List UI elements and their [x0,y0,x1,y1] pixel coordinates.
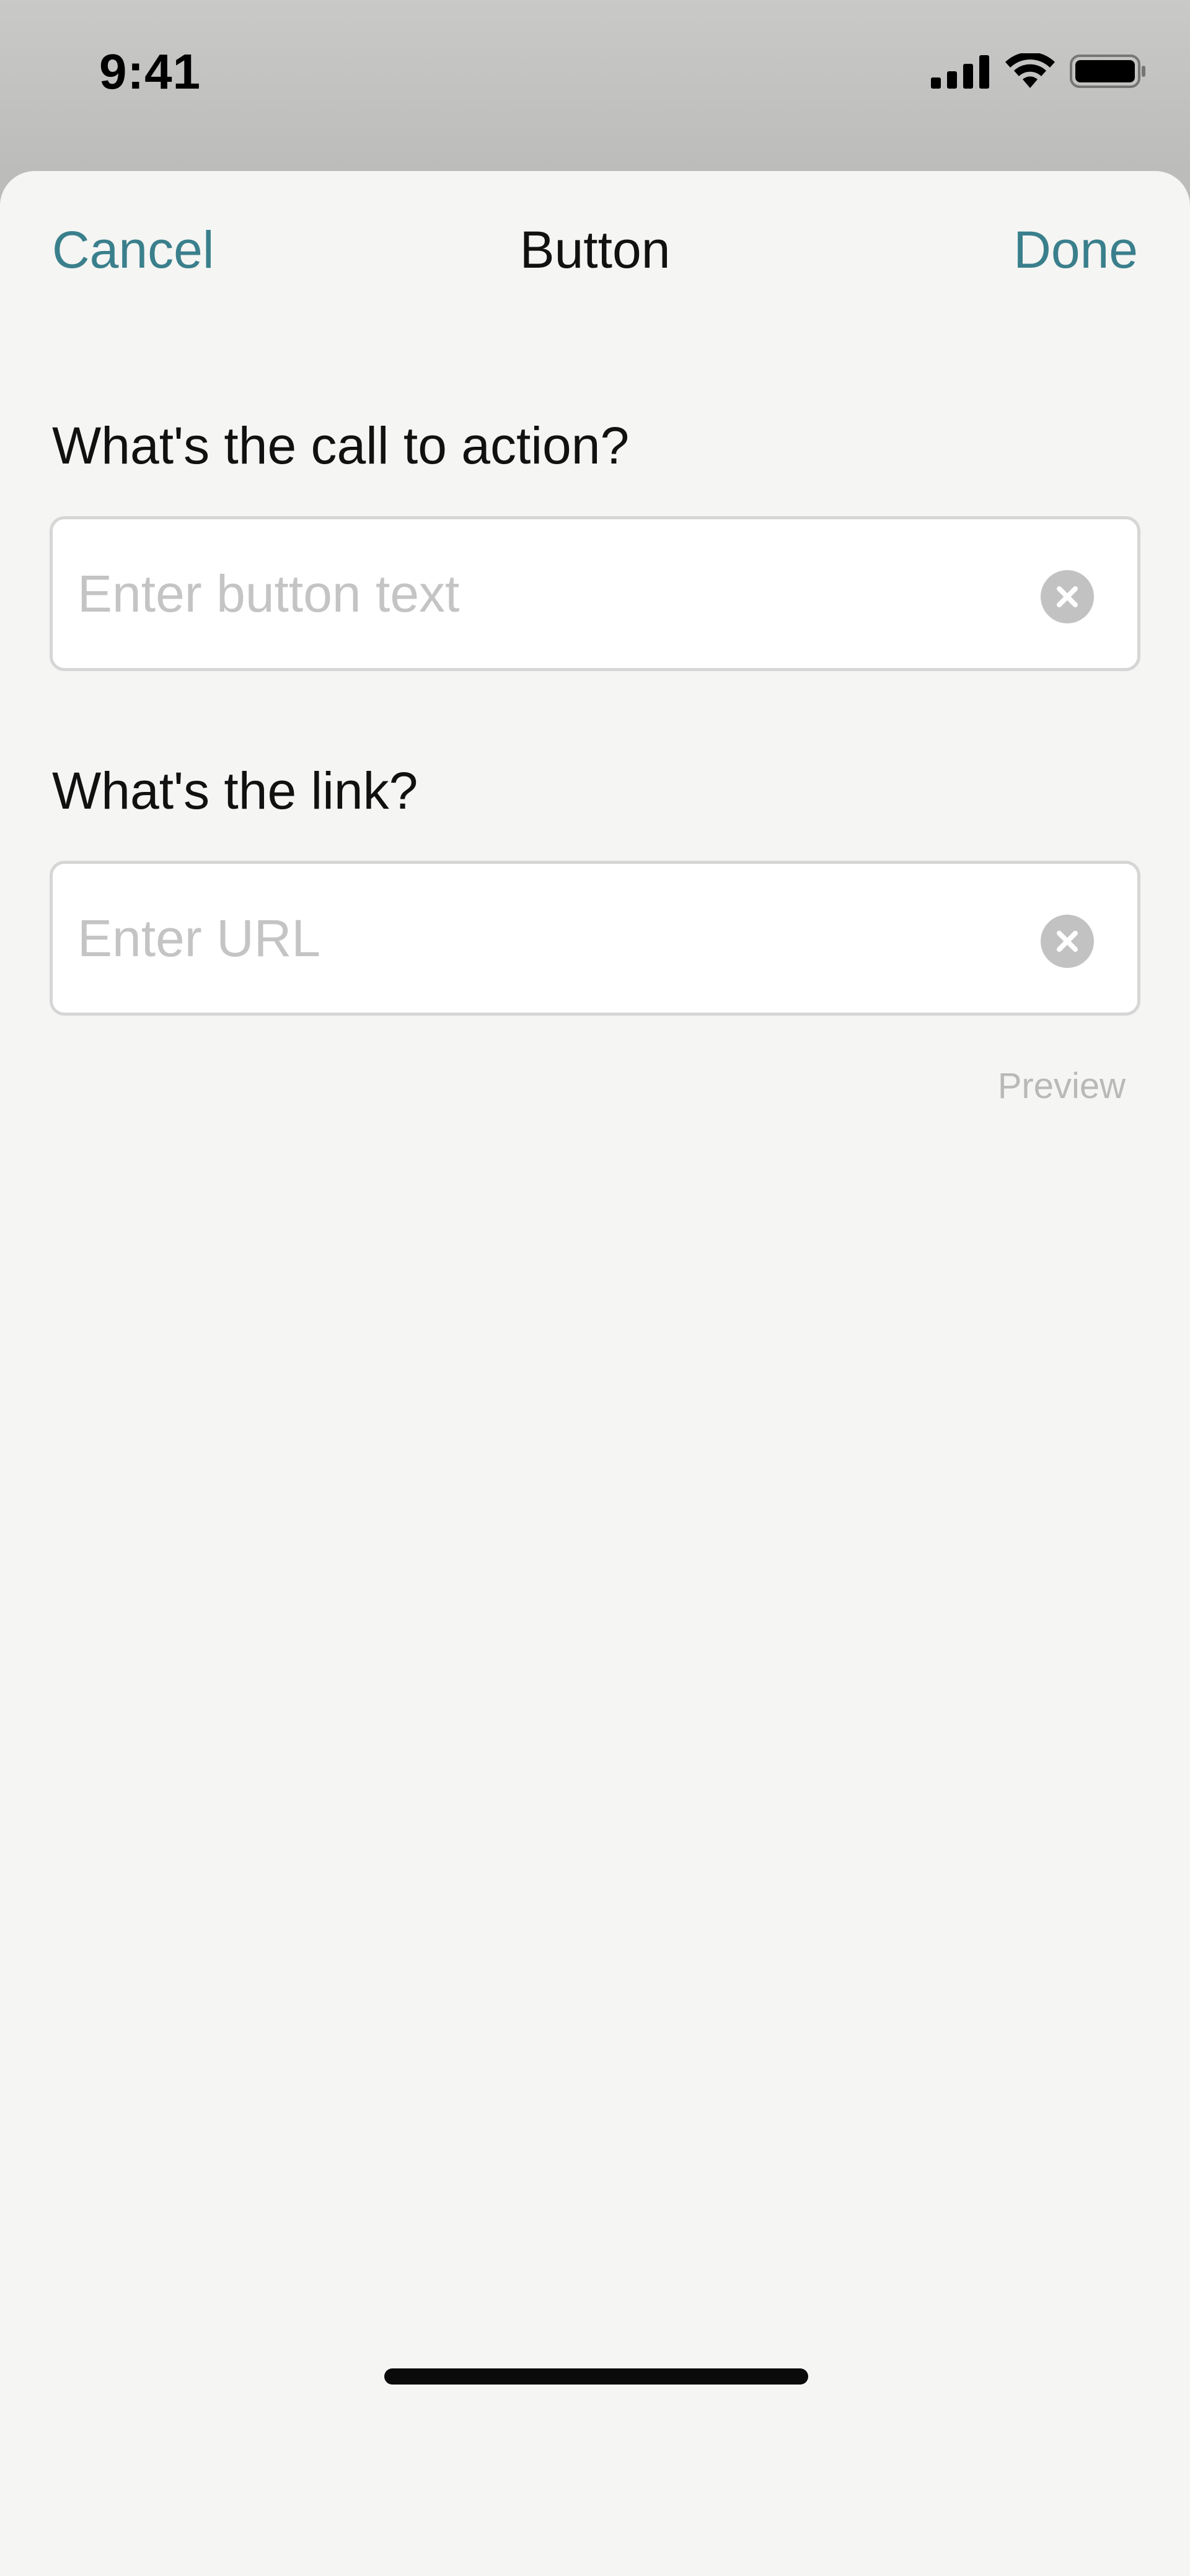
page-title: Button [519,221,671,279]
nav-bar: Cancel Button Done [0,171,1190,345]
clear-button-text-button[interactable] [1041,570,1094,623]
button-text-field[interactable] [50,516,1140,671]
status-bar: 9:41 [0,0,1190,149]
wifi-icon [1005,51,1055,92]
clear-icon [1057,931,1078,952]
link-label: What's the link? [52,762,418,820]
modal-sheet: Cancel Button Done What's the call to ac… [0,171,1190,2576]
url-input[interactable] [77,864,1020,1013]
done-button[interactable]: Done [1013,224,1138,276]
clear-url-button[interactable] [1041,915,1094,968]
button-text-input[interactable] [77,519,1020,668]
home-indicator[interactable] [384,2368,808,2385]
screen: 9:41 Cancel Button Done What's the call … [0,0,1190,2576]
status-icons [931,51,1147,94]
call-to-action-label: What's the call to action? [52,416,630,475]
battery-icon [1070,53,1147,92]
cellular-signal-icon [931,54,990,92]
url-field[interactable] [50,861,1140,1016]
clear-icon [1057,586,1078,607]
status-time: 9:41 [99,44,201,99]
preview-button[interactable]: Preview [998,1068,1126,1104]
